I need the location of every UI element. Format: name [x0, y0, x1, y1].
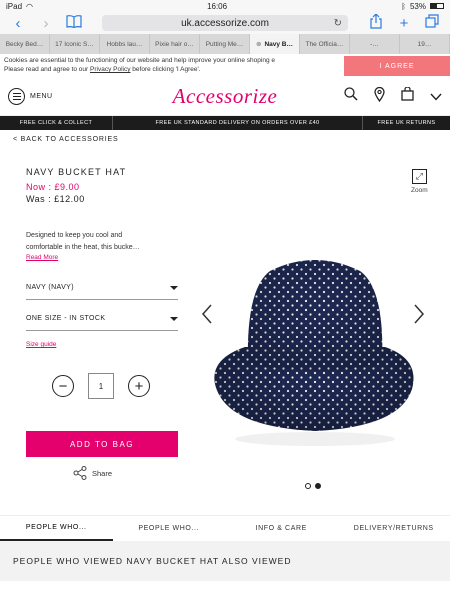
image-carousel-dots — [305, 483, 321, 489]
cookie-banner: Cookies are essential to the functioning… — [0, 54, 450, 78]
menu-label: MENU — [30, 93, 53, 100]
share-button[interactable]: Share — [73, 466, 112, 480]
tab-delivery-returns[interactable]: DELIVERY/RETURNS — [338, 516, 450, 541]
browser-tab-label: Becky Bed… — [5, 40, 44, 48]
product-title: NAVY BUCKET HAT — [26, 167, 127, 177]
search-icon[interactable] — [344, 87, 358, 106]
read-more-link[interactable]: Read More — [26, 254, 58, 261]
product-detail: NAVY BUCKET HAT Now : £9.00 Was : £12.00… — [0, 149, 450, 515]
browser-tab-label: Putting Me… — [205, 40, 244, 48]
carousel-dot-2[interactable] — [315, 483, 321, 489]
battery-percent: 53% — [409, 1, 426, 11]
address-bar[interactable]: uk.accessorize.com ↻ — [102, 15, 348, 31]
expand-icon: ⤢ — [411, 169, 427, 184]
zoom-label: Zoom — [411, 187, 428, 194]
browser-tab-label: 19… — [417, 40, 432, 48]
browser-tab[interactable]: Hobbs lau… — [100, 34, 150, 54]
tab-people-who-1[interactable]: PEOPLE WHO... — [0, 516, 113, 541]
battery-icon — [429, 3, 444, 9]
now-price: Now : £9.00 — [26, 182, 80, 192]
share-sheet-icon[interactable] — [362, 12, 390, 33]
size-select-value: ONE SIZE - IN STOCK — [26, 315, 106, 322]
tabs-overview-icon[interactable] — [418, 14, 446, 32]
tab-people-who-2[interactable]: PEOPLE WHO... — [113, 516, 226, 541]
browser-tab-label: Hobbs lau… — [106, 40, 143, 48]
browser-tab[interactable]: Putting Me… — [200, 34, 250, 54]
hamburger-icon — [8, 88, 25, 105]
browser-tab[interactable]: -… — [350, 34, 400, 54]
reload-icon[interactable]: ↻ — [334, 18, 342, 29]
bag-icon[interactable] — [401, 86, 414, 106]
carousel-dot-1[interactable] — [305, 483, 311, 489]
quantity-stepper: − 1 + — [52, 373, 150, 399]
promo-free-returns[interactable]: FREE UK RETURNS — [363, 116, 450, 130]
size-guide-link[interactable]: Size guide — [26, 341, 56, 348]
description-line2: comfortable in the heat, this bucke… — [26, 244, 140, 251]
minus-icon: − — [58, 377, 68, 395]
menu-button[interactable]: MENU — [8, 88, 53, 105]
browser-tab-strip: Becky Bed… 17 Iconic S… Hobbs lau… Pixie ha… — [0, 34, 450, 54]
bookmarks-icon[interactable] — [60, 14, 88, 32]
product-image[interactable] — [200, 249, 430, 469]
also-viewed-heading: PEOPLE WHO VIEWED NAVY BUCKET HAT ALSO V… — [0, 541, 450, 581]
caret-down-icon — [170, 285, 178, 290]
forward-icon[interactable]: › — [32, 15, 60, 32]
back-to-accessories-link[interactable]: < BACK TO ACCESSORIES — [0, 130, 450, 149]
product-info-tabs: PEOPLE WHO... PEOPLE WHO... INFO & CARE … — [0, 515, 450, 541]
description-line1: Designed to keep you cool and — [26, 232, 123, 239]
share-icon — [73, 466, 87, 480]
colour-select-value: NAVY (NAVY) — [26, 284, 74, 291]
store-locator-icon[interactable] — [374, 86, 385, 107]
ios-status-bar: iPad ◠ 16:06 ᛒ 53% — [0, 0, 450, 12]
was-price: Was : £12.00 — [26, 194, 85, 204]
accessorize-logo[interactable]: Accessorize — [173, 84, 278, 109]
browser-tab[interactable]: Becky Bed… — [0, 34, 50, 54]
browser-tab-label: Pixie hair o… — [155, 40, 194, 48]
device-label: iPad — [6, 1, 23, 11]
i-agree-button[interactable]: I AGREE — [344, 56, 450, 76]
back-icon[interactable]: ‹ — [4, 15, 32, 32]
browser-tab-label: Navy B… — [264, 40, 293, 48]
browser-tab-label: -… — [370, 40, 379, 48]
caret-down-icon — [170, 316, 178, 321]
clock: 16:06 — [207, 1, 228, 11]
close-tab-icon[interactable]: ⊗ — [256, 40, 261, 48]
add-to-bag-button[interactable]: ADD TO BAG — [26, 431, 178, 457]
browser-tab[interactable]: Pixie hair o… — [150, 34, 200, 54]
colour-select[interactable]: NAVY (NAVY) — [26, 276, 178, 300]
site-header: MENU Accessorize — [0, 78, 450, 116]
promo-bar: FREE CLICK & COLLECT FREE UK STANDARD DE… — [0, 116, 450, 130]
browser-tab[interactable]: ⊗ Navy B… — [250, 34, 300, 54]
browser-tab-label: 17 Iconic S… — [55, 40, 94, 48]
quantity-input[interactable]: 1 — [88, 373, 114, 399]
tab-info-care[interactable]: INFO & CARE — [225, 516, 338, 541]
browser-tab-label: The Officia… — [305, 40, 344, 48]
url-text: uk.accessorize.com — [181, 17, 269, 29]
wifi-icon: ◠ — [26, 1, 33, 11]
privacy-policy-link[interactable]: Privacy Policy — [90, 66, 130, 73]
chevron-down-icon[interactable] — [430, 88, 442, 106]
browser-toolbar: ‹ › uk.accessorize.com ↻ + — [0, 12, 450, 34]
promo-free-delivery[interactable]: FREE UK STANDARD DELIVERY ON ORDERS OVER… — [113, 116, 363, 130]
new-tab-icon[interactable]: + — [390, 15, 418, 32]
zoom-button[interactable]: ⤢ Zoom — [411, 169, 428, 194]
decrease-quantity-button[interactable]: − — [52, 375, 74, 397]
product-description: Designed to keep you cool and comfortabl… — [26, 230, 186, 254]
size-select[interactable]: ONE SIZE - IN STOCK — [26, 307, 178, 331]
browser-tab[interactable]: 19… — [400, 34, 450, 54]
plus-icon: + — [134, 377, 144, 395]
bluetooth-icon: ᛒ — [401, 1, 406, 11]
browser-tab[interactable]: 17 Iconic S… — [50, 34, 100, 54]
cookie-text-post: before clicking 'I Agree'. — [130, 66, 201, 73]
cookie-text-pre: Please read and agree to our — [4, 66, 91, 73]
promo-click-collect[interactable]: FREE CLICK & COLLECT — [0, 116, 113, 130]
browser-tab[interactable]: The Officia… — [300, 34, 350, 54]
increase-quantity-button[interactable]: + — [128, 375, 150, 397]
share-label: Share — [92, 468, 113, 478]
